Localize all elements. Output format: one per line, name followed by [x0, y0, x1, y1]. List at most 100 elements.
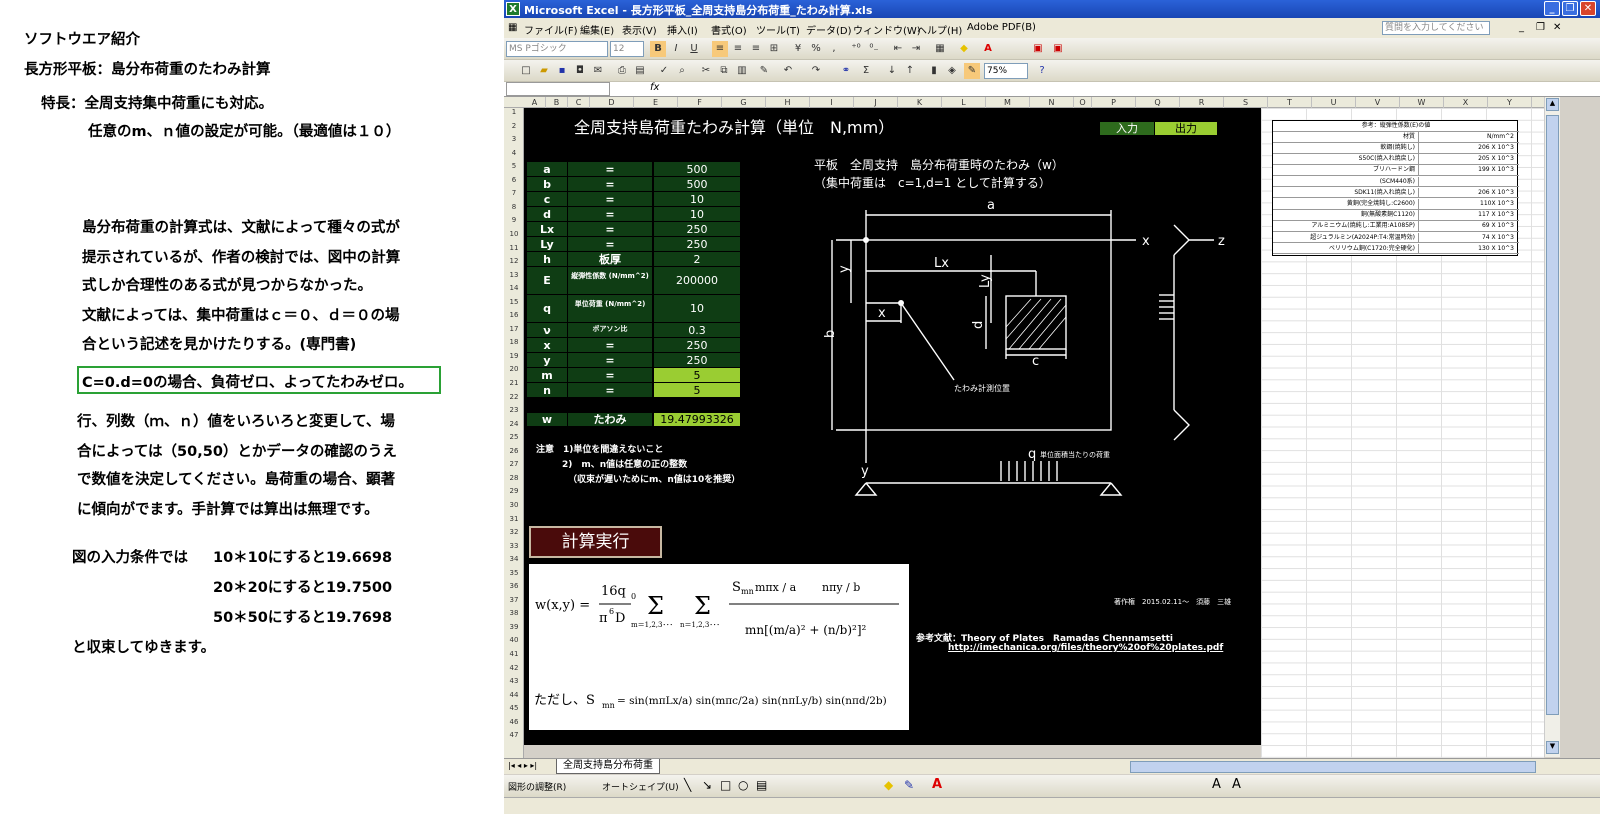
row-header[interactable]: 5: [504, 162, 524, 170]
row-header[interactable]: 4: [504, 149, 524, 157]
increase-decimal-icon[interactable]: ⁺⁰: [848, 41, 864, 57]
column-header[interactable]: W: [1400, 97, 1444, 108]
increase-indent-icon[interactable]: ⇥: [908, 41, 924, 57]
align-right-icon[interactable]: ≡: [748, 41, 764, 57]
sort-ascending-icon[interactable]: ↓: [884, 63, 900, 79]
param-value-cell[interactable]: 2: [654, 252, 740, 267]
print-icon[interactable]: ⎙: [614, 63, 630, 79]
row-header[interactable]: 14: [504, 284, 524, 292]
row-header[interactable]: 20: [504, 365, 524, 373]
result-cell[interactable]: 19.47993326: [654, 413, 740, 427]
menu-tools[interactable]: ツール(T): [756, 22, 800, 37]
row-header[interactable]: 19: [504, 352, 524, 360]
param-value-cell[interactable]: 250: [654, 338, 740, 353]
row-header[interactable]: 23: [504, 406, 524, 414]
param-name-cell[interactable]: c: [527, 192, 567, 207]
param-value-cell[interactable]: 250: [654, 222, 740, 237]
drawing-toggle-icon[interactable]: ✎: [964, 63, 980, 79]
row-header[interactable]: 41: [504, 650, 524, 658]
horizontal-scrollbar[interactable]: [1130, 761, 1536, 773]
zoom-combo[interactable]: 75%: [984, 63, 1028, 79]
scroll-thumb[interactable]: [1546, 115, 1559, 715]
param-name-cell[interactable]: Lx: [527, 222, 567, 237]
column-header[interactable]: U: [1312, 97, 1356, 108]
row-header[interactable]: 45: [504, 704, 524, 712]
column-header[interactable]: T: [1268, 97, 1312, 108]
row-header[interactable]: 13: [504, 271, 524, 279]
param-value-cell[interactable]: 10: [654, 295, 740, 323]
currency-icon[interactable]: ¥: [790, 41, 806, 57]
menu-edit[interactable]: 編集(E): [580, 22, 614, 37]
param-name-cell[interactable]: x: [527, 338, 567, 353]
chart-wizard-icon[interactable]: ▮: [926, 63, 942, 79]
rectangle-icon[interactable]: □: [720, 778, 731, 792]
row-header[interactable]: 28: [504, 474, 524, 482]
minimize-button[interactable]: _: [1544, 1, 1560, 16]
row-header[interactable]: 18: [504, 338, 524, 346]
column-header[interactable]: H: [766, 97, 810, 108]
param-name-cell[interactable]: d: [527, 207, 567, 222]
param-value-cell[interactable]: 250: [654, 353, 740, 368]
textbox-icon[interactable]: ▤: [756, 778, 767, 792]
param-label-cell[interactable]: =: [568, 222, 652, 237]
param-label-cell[interactable]: =: [568, 192, 652, 207]
row-header[interactable]: 9: [504, 216, 524, 224]
param-label-cell[interactable]: =: [568, 207, 652, 222]
print-preview-icon[interactable]: ▤: [632, 63, 648, 79]
row-header[interactable]: 29: [504, 487, 524, 495]
column-header[interactable]: I: [810, 97, 854, 108]
column-header[interactable]: X: [1444, 97, 1488, 108]
column-header[interactable]: D: [590, 97, 634, 108]
line-icon[interactable]: ╲: [684, 778, 691, 792]
scroll-up-icon[interactable]: ▲: [1546, 98, 1559, 111]
menu-data[interactable]: データ(D): [806, 22, 852, 37]
param-value-cell[interactable]: 500: [654, 177, 740, 192]
new-icon[interactable]: □: [518, 63, 534, 79]
menu-window[interactable]: ウィンドウ(W): [853, 22, 921, 37]
param-value-cell[interactable]: 10: [654, 192, 740, 207]
param-value-cell[interactable]: 10: [654, 207, 740, 222]
param-label-cell[interactable]: =: [568, 237, 652, 252]
param-name-cell[interactable]: E: [527, 267, 567, 295]
column-header[interactable]: G: [722, 97, 766, 108]
row-header[interactable]: 15: [504, 298, 524, 306]
doc-close-button[interactable]: ✕: [1553, 22, 1561, 33]
italic-button[interactable]: I: [668, 41, 684, 57]
row-header[interactable]: 40: [504, 636, 524, 644]
param-value-cell[interactable]: 200000: [654, 267, 740, 295]
row-header[interactable]: 47: [504, 731, 524, 739]
param-label-cell[interactable]: =: [568, 338, 652, 353]
permission-icon[interactable]: ◘: [572, 63, 588, 79]
arrow-icon[interactable]: ↘: [702, 778, 712, 792]
format-painter-icon[interactable]: ✎: [756, 63, 772, 79]
column-header[interactable]: F: [678, 97, 722, 108]
fill-color-icon[interactable]: ◆: [956, 41, 972, 57]
undo-icon[interactable]: ↶: [780, 63, 796, 79]
column-header[interactable]: J: [854, 97, 898, 108]
row-header[interactable]: 32: [504, 528, 524, 536]
param-label-cell[interactable]: =: [568, 162, 652, 177]
column-header[interactable]: V: [1356, 97, 1400, 108]
param-name-cell[interactable]: y: [527, 353, 567, 368]
row-header[interactable]: 16: [504, 311, 524, 319]
row-header[interactable]: 26: [504, 447, 524, 455]
param-name-cell[interactable]: q: [527, 295, 567, 323]
text-effect-icon[interactable]: A: [1232, 777, 1241, 792]
param-value-cell[interactable]: 0.3: [654, 323, 740, 338]
row-header[interactable]: 27: [504, 460, 524, 468]
row-header[interactable]: 44: [504, 691, 524, 699]
help-icon[interactable]: ?: [1034, 63, 1050, 79]
row-header[interactable]: 21: [504, 379, 524, 387]
row-header[interactable]: 17: [504, 325, 524, 333]
row-header[interactable]: 24: [504, 420, 524, 428]
close-button[interactable]: ✕: [1580, 1, 1596, 16]
row-header[interactable]: 36: [504, 582, 524, 590]
font-color-icon[interactable]: A: [980, 41, 996, 57]
underline-button[interactable]: U: [686, 41, 702, 57]
ask-question-input[interactable]: 質問を入力してください: [1382, 21, 1490, 35]
param-name-cell[interactable]: n: [527, 383, 567, 398]
name-box[interactable]: [506, 82, 610, 96]
spelling-icon[interactable]: ✓: [656, 63, 672, 79]
column-header[interactable]: P: [1092, 97, 1136, 108]
column-header[interactable]: A: [524, 97, 546, 108]
